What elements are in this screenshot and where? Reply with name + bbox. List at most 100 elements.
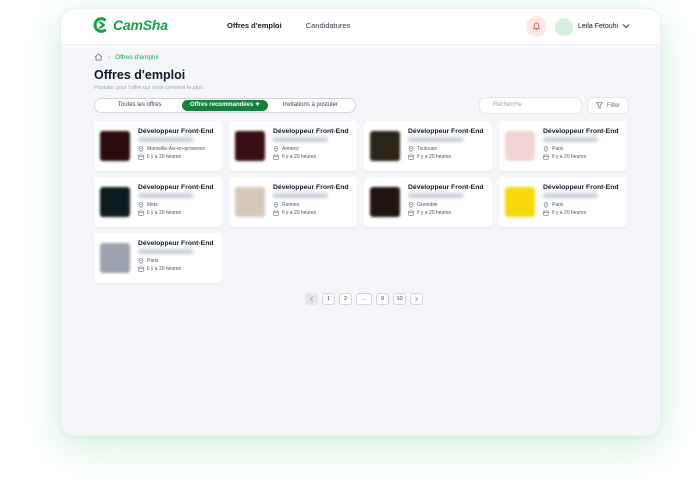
user-name[interactable]: Leila Fetouhi [578, 23, 618, 30]
company-name-blurred [138, 249, 193, 254]
location-pin-icon [138, 146, 144, 152]
tab-toutes-offres[interactable]: Toutes les offres [97, 100, 182, 111]
job-card[interactable]: Développeur Front-End Annecy Il y a 20 h… [229, 121, 357, 171]
company-logo [100, 131, 130, 161]
job-location-text: Toulouse [417, 146, 438, 152]
job-card[interactable]: Développeur Front-End Toulouse Il y a 20… [364, 121, 492, 171]
company-logo [370, 187, 400, 217]
job-location: Toulouse [408, 146, 437, 152]
calendar-icon [138, 154, 144, 160]
job-location: Paris [138, 258, 158, 264]
job-card[interactable]: Développeur Front-End Rennes Il y a 20 h… [229, 177, 357, 227]
bell-icon [532, 22, 541, 31]
job-card[interactable]: Développeur Front-End Paris Il y a 20 he… [94, 233, 222, 283]
sparkle-icon: ✦ [255, 102, 261, 108]
job-location-text: Grenoble [417, 202, 438, 208]
job-location: Rennes [273, 202, 299, 208]
chevron-right-icon [414, 296, 419, 302]
job-location: Marseille-Aix-en-provence [138, 146, 205, 152]
page-title: Offres d'emploi [94, 68, 186, 82]
job-location: Grenoble [408, 202, 438, 208]
job-location: Paris [543, 202, 563, 208]
company-name-blurred [273, 137, 328, 142]
job-title[interactable]: Développeur Front-End [138, 184, 214, 191]
job-location-text: Marseille-Aix-en-provence [147, 146, 206, 152]
logo[interactable]: CamSha [92, 16, 168, 34]
tab-offres-recommandees-label: Offres recommandées [189, 102, 254, 108]
filter-label: Filter [606, 102, 621, 109]
pagination-ellipsis: ... [356, 293, 372, 305]
job-time-text: Il y a 20 heures [147, 210, 182, 216]
job-time: Il y a 20 heures [138, 210, 181, 216]
avatar[interactable] [555, 18, 573, 36]
page-button[interactable]: 2 [339, 293, 352, 305]
next-page-button[interactable] [410, 293, 423, 305]
company-logo [100, 243, 130, 273]
logo-text: CamSha [113, 17, 168, 33]
job-title[interactable]: Développeur Front-End [138, 128, 214, 135]
job-card[interactable]: Développeur Front-End Paris Il y a 20 he… [499, 177, 627, 227]
job-card[interactable]: Développeur Front-End Marseille-Aix-en-p… [94, 121, 222, 171]
location-pin-icon [138, 202, 144, 208]
job-location: Annecy [273, 146, 299, 152]
calendar-icon [138, 266, 144, 272]
top-bar: CamSha Offres d'emploi Candidatures Leil… [61, 9, 660, 45]
app-window: CamSha Offres d'emploi Candidatures Leil… [60, 8, 661, 436]
nav-item-offres[interactable]: Offres d'emploi [227, 21, 282, 30]
job-location-text: Rennes [282, 202, 300, 208]
job-time-text: Il y a 20 heures [147, 266, 182, 272]
job-time: Il y a 20 heures [273, 154, 316, 160]
page-button[interactable]: 10 [393, 293, 406, 305]
page-button[interactable]: 9 [376, 293, 389, 305]
job-time: Il y a 20 heures [408, 210, 451, 216]
calendar-icon [138, 210, 144, 216]
calendar-icon [273, 210, 279, 216]
chevron-left-icon [309, 296, 314, 302]
location-pin-icon [408, 146, 414, 152]
job-location: Metz [138, 202, 158, 208]
calendar-icon [408, 154, 414, 160]
company-name-blurred [138, 137, 193, 142]
company-name-blurred [273, 193, 328, 198]
breadcrumb-current[interactable]: Offres d'emploi [115, 54, 158, 61]
filter-button[interactable]: Filter [587, 97, 629, 114]
prev-page-button[interactable] [305, 293, 318, 305]
nav-item-candidatures[interactable]: Candidatures [306, 21, 351, 30]
company-name-blurred [138, 193, 193, 198]
job-title[interactable]: Développeur Front-End [543, 184, 619, 191]
company-logo [505, 187, 535, 217]
job-location-text: Paris [552, 202, 564, 208]
home-icon[interactable] [94, 53, 103, 61]
logo-icon [93, 17, 107, 33]
job-time-text: Il y a 20 heures [552, 210, 587, 216]
notification-button[interactable] [526, 16, 547, 37]
job-time: Il y a 20 heures [138, 154, 181, 160]
company-name-blurred [543, 193, 598, 198]
job-time-text: Il y a 20 heures [417, 210, 452, 216]
company-logo [370, 131, 400, 161]
job-location-text: Annecy [282, 146, 299, 152]
tab-offres-recommandees[interactable]: Offres recommandées ✦ [182, 100, 268, 111]
job-card[interactable]: Développeur Front-End Paris Il y a 20 he… [499, 121, 627, 171]
company-name-blurred [408, 137, 463, 142]
chevron-down-icon[interactable] [622, 23, 630, 29]
main-nav: Offres d'emploi Candidatures [227, 21, 350, 30]
offer-tabs: Toutes les offres Offres recommandées ✦ … [94, 98, 356, 113]
job-title[interactable]: Développeur Front-End [273, 184, 349, 191]
job-card[interactable]: Développeur Front-End Grenoble Il y a 20… [364, 177, 492, 227]
search-input[interactable]: Recherche [479, 97, 582, 114]
calendar-icon [543, 210, 549, 216]
job-title[interactable]: Développeur Front-End [138, 240, 214, 247]
location-pin-icon [543, 146, 549, 152]
job-time-text: Il y a 20 heures [147, 154, 182, 160]
job-card[interactable]: Développeur Front-End Metz Il y a 20 heu… [94, 177, 222, 227]
job-title[interactable]: Développeur Front-End [543, 128, 619, 135]
job-title[interactable]: Développeur Front-End [408, 184, 484, 191]
company-name-blurred [408, 193, 463, 198]
tab-invitations[interactable]: Invitations à postuler [268, 100, 353, 111]
job-location-text: Paris [552, 146, 564, 152]
job-title[interactable]: Développeur Front-End [408, 128, 484, 135]
job-title[interactable]: Développeur Front-End [273, 128, 349, 135]
location-pin-icon [138, 258, 144, 264]
page-button[interactable]: 1 [322, 293, 335, 305]
